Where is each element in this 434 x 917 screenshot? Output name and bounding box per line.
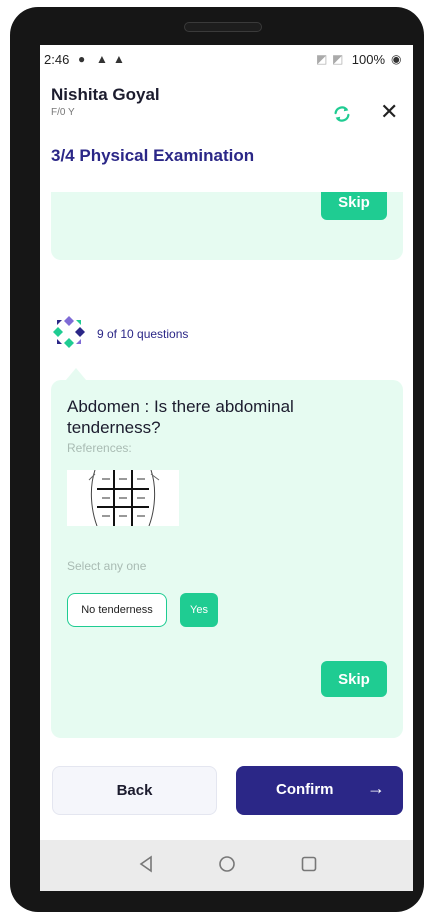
refresh-icon[interactable] [331,103,353,125]
option-no-tenderness[interactable]: No tenderness [67,593,167,627]
patient-name: Nishita Goyal [51,85,160,104]
status-bar: 2:46 ● ▲ ▲ ◩ ◩ 100% ◉ [40,45,413,75]
bubble-tail [66,368,86,380]
confirm-label: Confirm [276,781,334,798]
previous-question-card: Skip [51,192,403,260]
select-hint: Select any one [67,559,147,573]
notification-icon: ● [78,52,86,66]
cloud-icon-2: ▲ [113,52,125,66]
question-card: Abdomen : Is there abdominal tenderness?… [51,380,403,738]
cloud-icon: ▲ [96,52,108,66]
references-label: References: [67,441,132,455]
status-time: 2:46 [44,52,70,67]
question-progress: 9 of 10 questions [97,327,189,341]
nav-back-icon[interactable] [137,854,157,874]
phone-speaker [184,22,262,32]
battery-level: 100% [351,52,385,67]
nav-recents-icon[interactable] [299,854,319,874]
close-icon[interactable]: ✕ [380,101,398,123]
abdomen-reference-image[interactable] [67,470,179,526]
question-text: Abdomen : Is there abdominal tenderness? [67,397,294,437]
skip-button[interactable]: Skip [321,661,387,697]
android-nav-bar [40,840,413,891]
option-yes[interactable]: Yes [180,593,218,627]
confirm-button[interactable]: Confirm → [236,766,403,815]
back-button[interactable]: Back [52,766,217,815]
phone-screen: 2:46 ● ▲ ▲ ◩ ◩ 100% ◉ Nishita Goyal F/0 … [40,45,413,891]
arrow-right-icon: → [367,778,385,798]
app-logo-icon [53,316,85,348]
no-signal-icon: ◩ [316,52,328,66]
no-signal-icon-2: ◩ [332,52,344,66]
question-scroll-area[interactable]: Skip 9 of 10 questions Abdomen : Is ther… [40,192,413,752]
patient-demographics: F/0 Y [51,107,75,118]
section-title: 3/4 Physical Examination [51,146,255,165]
skip-button-previous[interactable]: Skip [321,192,387,220]
battery-icon: ◉ [391,52,402,66]
nav-home-icon[interactable] [217,854,237,874]
